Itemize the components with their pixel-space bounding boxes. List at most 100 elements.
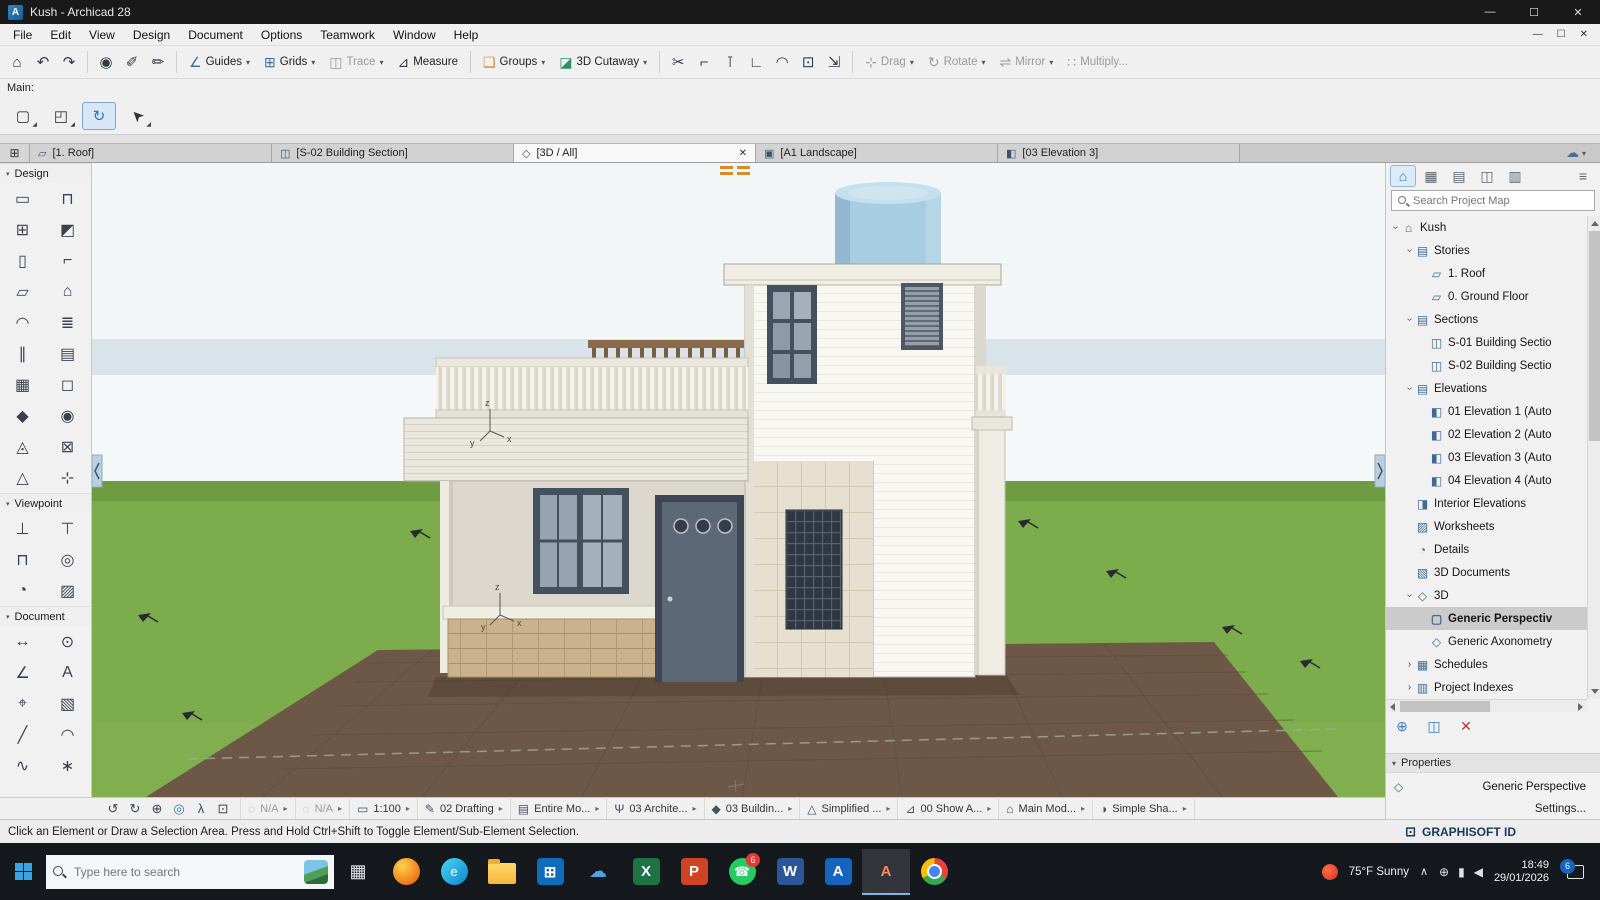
tree-item-schedules[interactable]: ›▦Schedules — [1386, 653, 1587, 676]
tree-item-kush[interactable]: ›⌂Kush — [1386, 216, 1587, 239]
notification-button[interactable]: 6 — [1560, 859, 1590, 885]
zoom-back-button[interactable]: ↺ — [102, 799, 124, 819]
pick-up-parameters-button[interactable]: ✐ — [119, 49, 145, 75]
menu-teamwork[interactable]: Teamwork — [311, 28, 384, 42]
slab-tool[interactable]: ▱ — [0, 276, 45, 307]
onedrive-button[interactable]: ☁ — [574, 849, 622, 895]
toolbox-section-document[interactable]: ▾Document — [0, 606, 91, 626]
menu-window[interactable]: Window — [384, 28, 445, 42]
maximize-button[interactable]: ☐ — [1512, 0, 1556, 24]
publisher-button[interactable]: ◫ — [1474, 165, 1500, 187]
mesh-tool[interactable]: ▦ — [0, 369, 45, 400]
trace-button[interactable]: ◫Trace▾ — [322, 49, 390, 75]
graphic-override[interactable]: ◌N/A▸ — [296, 799, 351, 819]
toolbox-section-design[interactable]: ▾Design — [0, 163, 91, 183]
minimize-button[interactable]: — — [1468, 0, 1512, 24]
lamp-tool[interactable]: ◉ — [45, 400, 90, 431]
model-view-options[interactable]: ⌂Main Mod...▸ — [999, 799, 1093, 819]
start-button[interactable] — [0, 852, 46, 892]
line-tool[interactable]: ╱ — [0, 719, 45, 750]
measure-button[interactable]: ⊿Measure — [390, 49, 464, 75]
doc-close-button[interactable]: ✕ — [1580, 29, 1588, 40]
daily-image-icon[interactable] — [304, 860, 328, 884]
toolbox-section-viewpoint[interactable]: ▾Viewpoint — [0, 493, 91, 513]
object-tool[interactable]: ◆ — [0, 400, 45, 431]
viewpoint-settings-button[interactable]: ◫ — [1424, 716, 1444, 736]
roof-tool[interactable]: ⌂ — [45, 276, 90, 307]
tab-a1-landscape[interactable]: ▣[A1 Landscape] — [756, 144, 998, 162]
battery-icon[interactable]: ▮ — [1458, 865, 1465, 879]
label-tool[interactable]: ⌖ — [0, 688, 45, 719]
search-input[interactable] — [1409, 195, 1594, 207]
navigator-menu-button[interactable]: ≡ — [1570, 165, 1596, 187]
pan-handle-left[interactable] — [92, 455, 102, 487]
excel-button[interactable]: X — [622, 849, 670, 895]
menu-help[interactable]: Help — [445, 28, 488, 42]
trim-button[interactable]: ⊺ — [717, 49, 743, 75]
tree-item-s-01-building-sectio[interactable]: ◫S-01 Building Sectio — [1386, 331, 1587, 354]
intersect-button[interactable]: ∟ — [743, 49, 769, 75]
hidden-icons-button[interactable]: ∧ — [1420, 865, 1428, 878]
opening-tool[interactable]: ⊠ — [45, 431, 90, 462]
edge-button[interactable]: e — [430, 849, 478, 895]
taskbar-clock[interactable]: 18:49 29/01/2026 — [1494, 859, 1549, 885]
network-icon[interactable]: ⊕ — [1439, 865, 1449, 879]
worksheet-tool[interactable]: ▨ — [45, 575, 90, 606]
detail-tool[interactable]: ◔ — [0, 575, 45, 606]
graphisoft-id[interactable]: ⊡ GRAPHISOFT ID — [1405, 824, 1592, 840]
taskbar-search[interactable] — [46, 855, 334, 889]
zoom-forward-button[interactable]: ↻ — [124, 799, 146, 819]
task-view-button[interactable]: ▦ — [334, 849, 382, 895]
arc-tool[interactable]: ◠ — [45, 719, 90, 750]
add-viewpoint-button[interactable]: ⊕ — [1392, 716, 1412, 736]
tree-item-03-elevation-3-auto[interactable]: ◧03 Elevation 3 (Auto — [1386, 446, 1587, 469]
browser-button[interactable] — [382, 849, 430, 895]
home-button[interactable]: ⌂ — [4, 49, 30, 75]
grid-element-tool[interactable]: ⊹ — [45, 462, 90, 493]
organizer-button[interactable]: ▥ — [1502, 165, 1528, 187]
tab-s02-building-section[interactable]: ◫[S-02 Building Section] — [272, 144, 514, 162]
zoom-select-button[interactable]: ◉ — [93, 49, 119, 75]
doc-restore-button[interactable]: ☐ — [1557, 29, 1566, 40]
dimension-tool[interactable]: ↔ — [0, 626, 45, 657]
fill-tool[interactable]: ▧ — [45, 688, 90, 719]
project-map-button[interactable]: ⌂ — [1390, 165, 1416, 187]
powerpoint-button[interactable]: P — [670, 849, 718, 895]
door-tool[interactable]: ⊓ — [45, 183, 90, 214]
3d-viewport[interactable]: z y x z y x — [92, 163, 1385, 797]
layout-book-button[interactable]: ▤ — [1446, 165, 1472, 187]
taskbar-search-input[interactable] — [72, 864, 298, 880]
menu-design[interactable]: Design — [124, 28, 179, 42]
morph-tool[interactable]: ◬ — [0, 431, 45, 462]
canvas[interactable]: z y x z y x — [92, 163, 1385, 797]
grids-button[interactable]: ⊞Grids▾ — [257, 49, 322, 75]
tree-item-s-02-building-sectio[interactable]: ◫S-02 Building Sectio — [1386, 354, 1587, 377]
tree-vertical-scrollbar[interactable] — [1587, 216, 1600, 699]
angle-dimension-tool[interactable]: ∠ — [0, 657, 45, 688]
guides-button[interactable]: ∠Guides▾ — [182, 49, 257, 75]
detail-level[interactable]: △Simplified ...▸ — [800, 799, 898, 819]
app-a-button[interactable]: A — [814, 849, 862, 895]
rotate-button[interactable]: ↻Rotate▾ — [921, 49, 993, 75]
layer-filter[interactable]: ⊿00 Show A...▸ — [898, 799, 999, 819]
beam-tool[interactable]: ⌐ — [45, 245, 90, 276]
polyline-tool[interactable]: ∿ — [0, 750, 45, 781]
fit-in-window-button[interactable]: ⊡ — [212, 799, 234, 819]
camera-tool[interactable]: ◎ — [45, 544, 90, 575]
cloud-button[interactable]: ☁ ▾ — [1552, 144, 1600, 162]
scrollbar-thumb[interactable] — [1589, 231, 1600, 441]
whatsapp-button[interactable]: ☎6 — [718, 849, 766, 895]
doc-minimize-button[interactable]: — — [1533, 29, 1543, 40]
tab-1-roof[interactable]: ▱[1. Roof] — [30, 144, 272, 162]
weather-text[interactable]: 75°F Sunny — [1349, 866, 1409, 878]
scale-selector[interactable]: ▭1:100▸ — [350, 799, 418, 819]
column-tool[interactable]: ▯ — [0, 245, 45, 276]
inject-parameters-button[interactable]: ✏ — [145, 49, 171, 75]
tab-3d-all[interactable]: ◇[3D / All]✕ — [514, 144, 756, 162]
tree-horizontal-scrollbar[interactable] — [1386, 699, 1587, 712]
scroll-right-icon[interactable] — [1578, 703, 1583, 711]
orbit-button[interactable]: ◎ — [168, 799, 190, 819]
archicad-button[interactable]: A — [862, 849, 910, 895]
structure-display[interactable]: ▤Entire Mo...▸ — [511, 799, 608, 819]
zoom-in-button[interactable]: ⊕ — [146, 799, 168, 819]
